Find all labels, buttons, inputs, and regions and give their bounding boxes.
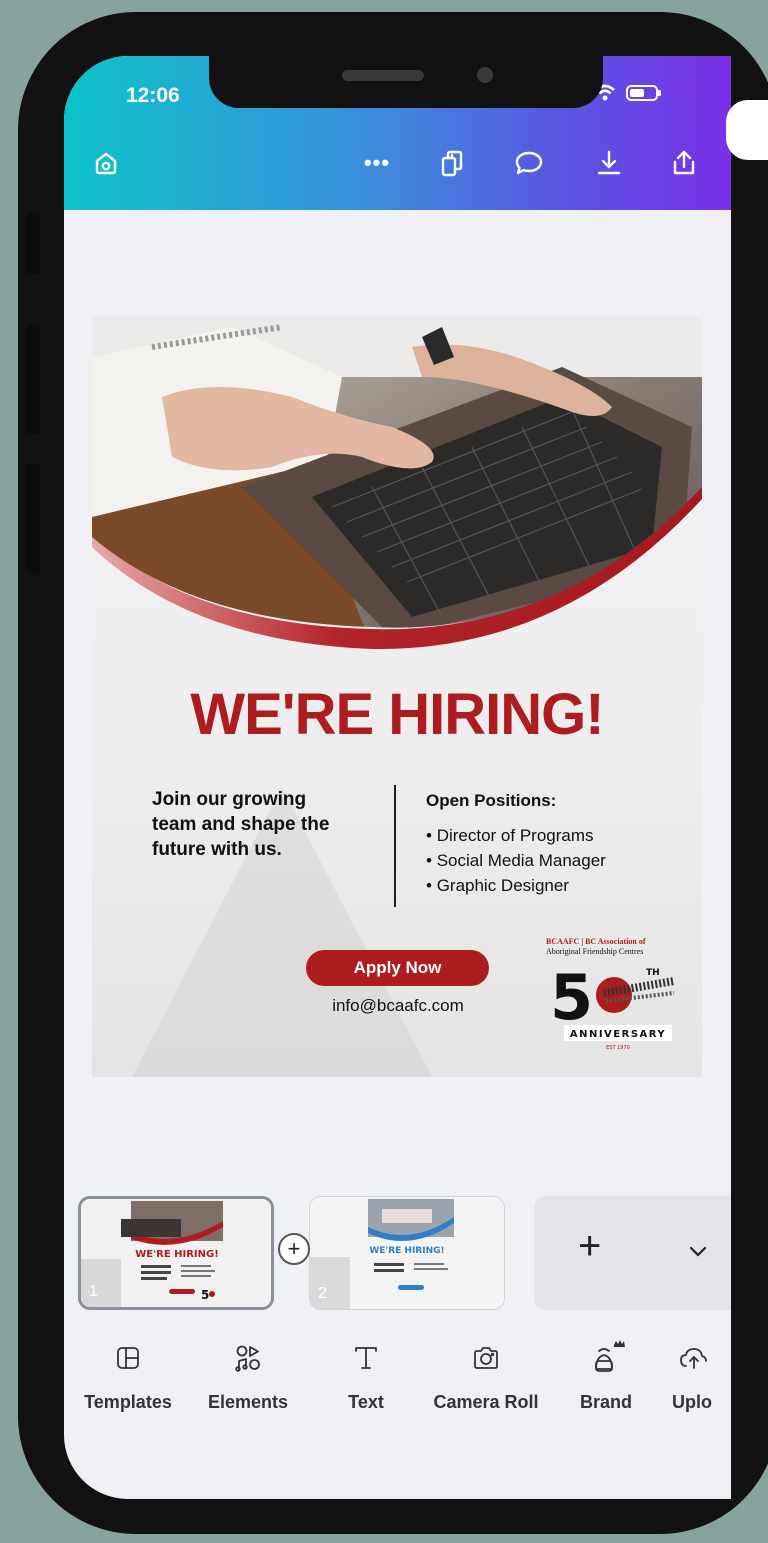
design-canvas[interactable]: WE'RE HIRING! Join our growing team and …	[92, 317, 702, 1077]
download-button[interactable]	[589, 146, 629, 180]
notch	[209, 56, 603, 108]
elements-icon	[235, 1345, 260, 1372]
positions-list: Director of Programs Social Media Manage…	[426, 823, 606, 898]
logo-org-text: BCAAFC | BC Association of Aboriginal Fr…	[546, 937, 646, 956]
page-number: 1	[89, 1283, 98, 1300]
svg-text:WE'RE HIRING!: WE'RE HIRING!	[369, 1246, 444, 1256]
volume-down-button	[26, 464, 40, 574]
battery-icon	[626, 85, 661, 101]
headline: WE'RE HIRING!	[190, 682, 604, 747]
join-text: Join our growing team and shape the futu…	[152, 789, 330, 860]
share-button[interactable]	[664, 146, 704, 180]
camera-icon	[474, 1347, 498, 1369]
svg-text:ANNIVERSARY: ANNIVERSARY	[570, 1029, 666, 1040]
tool-label: Text	[348, 1392, 384, 1412]
upload-icon	[680, 1348, 707, 1369]
home-icon	[95, 152, 117, 175]
page-thumb-2[interactable]: WE'RE HIRING! 2	[309, 1196, 505, 1310]
app-screen: 12:06 ••• WE'RE HIRING! Join our growing…	[64, 56, 731, 1499]
insert-page-button[interactable]: +	[278, 1233, 310, 1265]
callout-bubble	[726, 100, 768, 160]
svg-text:5: 5	[550, 961, 593, 1034]
add-page-panel: +	[534, 1196, 731, 1310]
templates-tool[interactable]: Templates	[78, 1336, 178, 1413]
page-number: 2	[318, 1285, 327, 1302]
divider-line	[394, 785, 396, 907]
download-icon	[597, 150, 621, 175]
brand-icon	[595, 1340, 625, 1372]
add-page-button[interactable]: +	[578, 1226, 601, 1266]
anniversary-emblem: 5 TH ANNIVERSARY EST 1970	[550, 961, 675, 1051]
bottom-toolbar: Templates Elements Text Camera Roll Bran…	[64, 1336, 731, 1416]
brand-tool[interactable]: Brand	[566, 1336, 646, 1413]
thumb-preview: WE'RE HIRING!	[310, 1197, 504, 1309]
front-camera	[477, 67, 493, 83]
more-button[interactable]: •••	[354, 146, 400, 180]
apply-now-button: Apply Now	[306, 950, 489, 986]
pages-button[interactable]	[434, 146, 470, 180]
svg-text:5: 5	[201, 1288, 209, 1302]
status-time: 12:06	[126, 84, 180, 107]
position-item: Social Media Manager	[426, 848, 606, 873]
top-toolbar: 12:06 •••	[64, 56, 731, 210]
tool-label: Elements	[207, 1392, 289, 1412]
bcaafc-anniversary-logo: BCAAFC | BC Association of Aboriginal Fr…	[546, 937, 681, 1055]
elements-tool[interactable]: Elements	[198, 1336, 298, 1413]
chevron-down-icon[interactable]	[686, 1240, 710, 1264]
svg-text:EST 1970: EST 1970	[606, 1045, 630, 1051]
mute-switch	[26, 212, 40, 274]
camera-roll-tool[interactable]: Camera Roll	[424, 1336, 548, 1413]
open-positions-title: Open Positions:	[426, 791, 557, 810]
position-item: Graphic Designer	[426, 873, 606, 898]
pages-icon	[441, 150, 463, 177]
speaker	[342, 70, 424, 81]
home-button[interactable]	[88, 146, 124, 180]
uploads-tool[interactable]: Uplo	[672, 1336, 731, 1413]
text-tool[interactable]: Text	[326, 1336, 406, 1413]
comment-icon	[515, 151, 543, 175]
tool-label: Uplo	[672, 1392, 712, 1412]
thumb-preview: WE'RE HIRING! 5	[81, 1199, 271, 1307]
contact-email: info@bcaafc.com	[332, 996, 464, 1015]
more-icon: •••	[363, 150, 391, 175]
svg-text:WE'RE HIRING!: WE'RE HIRING!	[135, 1249, 219, 1260]
svg-text:TH: TH	[646, 968, 660, 978]
tool-label: Templates	[84, 1392, 172, 1412]
tool-label: Camera Roll	[433, 1392, 539, 1412]
templates-icon	[117, 1347, 139, 1369]
laptop-photo	[92, 317, 702, 650]
position-item: Director of Programs	[426, 823, 606, 848]
volume-up-button	[26, 324, 40, 434]
share-icon	[673, 150, 695, 175]
text-icon	[355, 1347, 377, 1369]
comment-button[interactable]	[509, 146, 549, 180]
tool-label: Brand	[579, 1392, 632, 1412]
page-thumb-1[interactable]: WE'RE HIRING! 5 1	[78, 1196, 274, 1310]
